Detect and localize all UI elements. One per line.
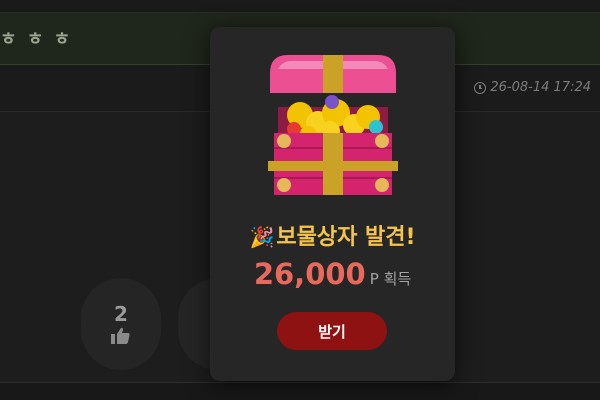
treasure-chest-icon [268,55,398,197]
reward-unit: P 획득 [369,270,412,288]
upvote-count: 2 [114,302,128,326]
reward-row: 26,000 P 획득 [210,257,455,291]
claim-button[interactable]: 받기 [277,312,387,350]
bottom-strip [0,382,600,400]
modal-title: 🎉보물상자 발견! [210,219,455,251]
upvote-button[interactable]: 2 [81,278,161,370]
post-date-text: 26-08-14 17:24 [490,80,591,95]
top-strip [0,0,600,13]
modal-title-text: 보물상자 발견! [276,225,416,250]
clock-icon [474,81,487,94]
post-title: ㅎ ㅎ ㅎ [0,29,73,50]
treasure-modal: 🎉보물상자 발견! 26,000 P 획득 받기 [210,27,455,381]
party-popper-icon: 🎉 [249,225,275,249]
post-date: 26-08-14 17:24 [474,80,591,95]
screen: ㅎ ㅎ ㅎ 26-08-14 17:24 2 🎉보물상자 발견! 26,000 … [0,0,600,400]
thumbs-up-icon [111,327,130,344]
reward-amount: 26,000 [253,257,366,291]
